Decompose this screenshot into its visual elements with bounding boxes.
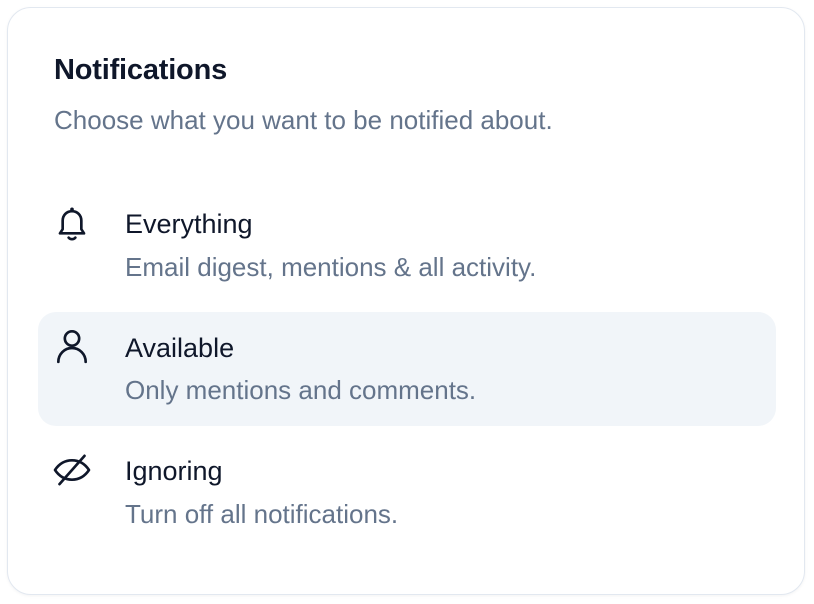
option-ignoring[interactable]: Ignoring Turn off all notifications. [38, 435, 776, 549]
option-description: Turn off all notifications. [125, 499, 399, 529]
user-icon [52, 326, 92, 366]
bell-icon [52, 204, 92, 244]
option-description: Only mentions and comments. [125, 375, 477, 405]
option-label: Available [125, 333, 235, 363]
option-available[interactable]: Available Only mentions and comments. [38, 312, 776, 426]
card-title: Notifications [54, 54, 228, 86]
eye-off-icon [52, 450, 92, 490]
notifications-card: Notifications Choose what you want to be… [7, 7, 805, 595]
option-everything[interactable]: Everything Email digest, mentions & all … [38, 188, 776, 302]
option-description: Email digest, mentions & all activity. [125, 252, 537, 282]
option-label: Ignoring [125, 456, 223, 486]
card-subtitle: Choose what you want to be notified abou… [54, 105, 553, 135]
option-label: Everything [125, 209, 253, 239]
